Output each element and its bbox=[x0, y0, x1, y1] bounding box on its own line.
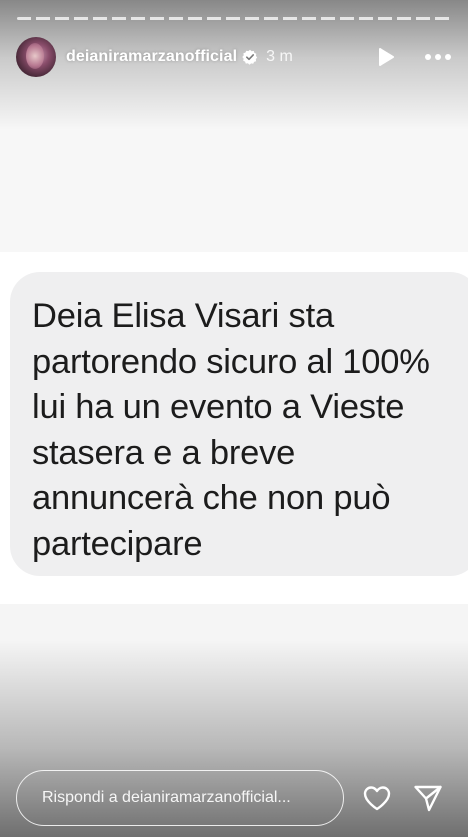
story-header: deianiramarzanofficial 3 m bbox=[16, 37, 452, 77]
play-button[interactable] bbox=[374, 45, 398, 69]
heart-icon bbox=[363, 786, 391, 811]
story-progress-bar bbox=[17, 17, 451, 20]
send-icon bbox=[414, 785, 442, 812]
message-bubble: Deia Elisa Visari sta partorendo sicuro … bbox=[10, 272, 468, 576]
message-text: Deia Elisa Visari sta partorendo sicuro … bbox=[32, 297, 430, 563]
story-viewer: deianiramarzanofficial 3 m Deia Elisa Vi… bbox=[0, 0, 468, 837]
send-button[interactable] bbox=[412, 782, 444, 814]
more-options-button[interactable] bbox=[424, 45, 452, 69]
like-button[interactable] bbox=[361, 782, 393, 814]
reply-input[interactable]: Rispondi a deianiramarzanofficial... bbox=[16, 770, 344, 826]
reply-placeholder: Rispondi a deianiramarzanofficial... bbox=[42, 789, 291, 806]
play-icon bbox=[379, 48, 394, 66]
verified-badge-icon bbox=[242, 49, 258, 65]
more-icon bbox=[425, 54, 451, 60]
post-time: 3 m bbox=[266, 48, 293, 65]
avatar[interactable] bbox=[16, 37, 56, 77]
username[interactable]: deianiramarzanofficial bbox=[66, 48, 237, 66]
